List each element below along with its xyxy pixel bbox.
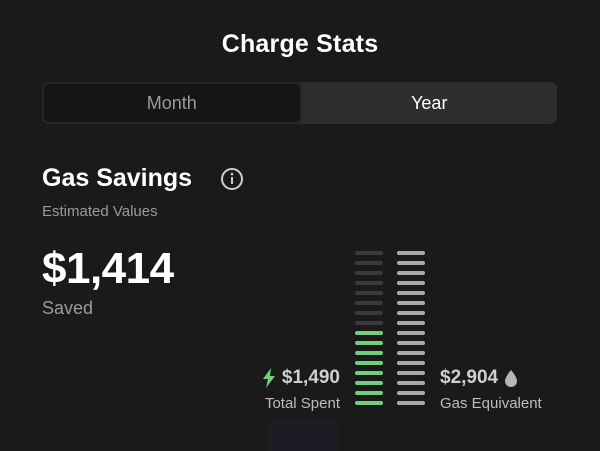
- tab-year[interactable]: Year: [302, 82, 558, 124]
- spent-bar-segment: [355, 261, 383, 265]
- gas-bar-segment: [397, 371, 425, 375]
- period-toggle: Month Year: [42, 82, 557, 124]
- gas-bar-segment: [397, 281, 425, 285]
- section-title: Gas Savings: [42, 164, 192, 193]
- spent-bar-segment: [355, 251, 383, 255]
- spent-bar-segment: [355, 341, 383, 345]
- gas-bar-segment: [397, 331, 425, 335]
- gas-bar-meter: [397, 251, 425, 411]
- spent-bar-segment: [355, 371, 383, 375]
- gas-bar-segment: [397, 401, 425, 405]
- drop-icon: [504, 369, 518, 387]
- gas-bar-segment: [397, 291, 425, 295]
- total-spent-value: $1,490: [282, 367, 340, 389]
- spent-bar-segment: [355, 321, 383, 325]
- gas-equivalent-label: Gas Equivalent: [440, 395, 542, 412]
- info-icon[interactable]: [220, 167, 244, 191]
- gas-bar-segment: [397, 311, 425, 315]
- gas-bar-segment: [397, 321, 425, 325]
- gas-bar-segment: [397, 271, 425, 275]
- spent-bar-segment: [355, 271, 383, 275]
- tab-month[interactable]: Month: [44, 84, 300, 122]
- spent-bar-segment: [355, 281, 383, 285]
- gas-equivalent: $2,904 Gas Equivalent: [440, 367, 542, 412]
- gas-bar-segment: [397, 381, 425, 385]
- total-spent-label: Total Spent: [262, 395, 340, 412]
- spent-bar-segment: [355, 401, 383, 405]
- gas-bar-segment: [397, 341, 425, 345]
- gas-bar-segment: [397, 261, 425, 265]
- bottom-panel-edge: [268, 420, 338, 451]
- spent-bar-meter: [355, 251, 383, 411]
- gas-bar-segment: [397, 351, 425, 355]
- saved-amount: $1,414: [42, 244, 174, 294]
- spent-bar-segment: [355, 351, 383, 355]
- spent-bar-segment: [355, 381, 383, 385]
- gas-equivalent-value: $2,904: [440, 367, 498, 389]
- section-subtitle: Estimated Values: [42, 203, 158, 220]
- gas-bar-segment: [397, 301, 425, 305]
- spent-bar-segment: [355, 331, 383, 335]
- total-spent: $1,490 Total Spent: [262, 367, 340, 412]
- saved-label: Saved: [42, 298, 93, 319]
- spent-bar-segment: [355, 311, 383, 315]
- spent-bar-segment: [355, 301, 383, 305]
- gas-bar-segment: [397, 361, 425, 365]
- gas-bar-segment: [397, 251, 425, 255]
- spent-bar-segment: [355, 291, 383, 295]
- spent-bar-segment: [355, 391, 383, 395]
- gas-bar-segment: [397, 391, 425, 395]
- spent-bar-segment: [355, 361, 383, 365]
- page-title: Charge Stats: [0, 30, 600, 59]
- lightning-icon: [262, 368, 276, 388]
